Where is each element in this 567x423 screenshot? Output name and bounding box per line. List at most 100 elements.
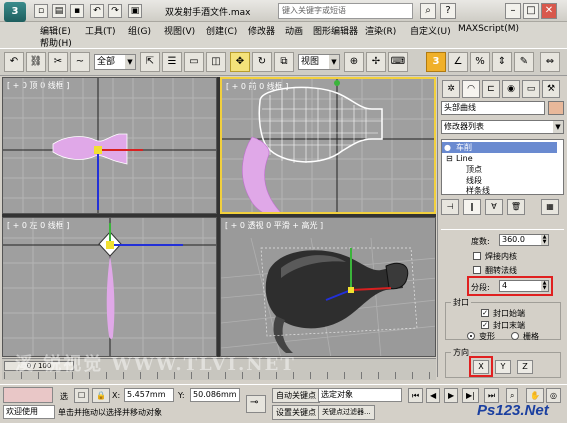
orbit-icon[interactable]: ◎ — [546, 388, 561, 403]
search-icon[interactable]: ⌕ — [420, 3, 436, 19]
maximize-button[interactable]: □ — [523, 3, 539, 19]
go-to-end-icon[interactable]: ⏭ — [484, 388, 500, 403]
angle-snap-icon[interactable]: ∠ — [448, 52, 468, 72]
spinner-snap-icon[interactable]: ⇕ — [492, 52, 512, 72]
lightbulb-icon[interactable]: ● — [444, 142, 451, 153]
menu-tools[interactable]: 工具(T) — [85, 24, 116, 37]
search-input[interactable]: 键入关键字或短语 — [278, 3, 413, 19]
next-frame-icon[interactable]: ▶| — [462, 388, 479, 403]
spinner-arrows-icon[interactable]: ▲ ▼ — [541, 235, 548, 245]
cap-end-checkbox[interactable]: ✓ — [481, 321, 489, 329]
weld-core-checkbox[interactable] — [473, 252, 481, 260]
previous-frame-icon[interactable]: ◀ — [426, 388, 441, 403]
modifier-stack: ● 车削 ⊟ Line 顶点 线段 样条线 — [441, 139, 564, 195]
key-icon[interactable]: ⊸ — [246, 395, 266, 413]
stack-item-vertex[interactable]: 顶点 — [442, 164, 557, 175]
go-to-start-icon[interactable]: ⏮ — [408, 388, 424, 403]
undo-icon[interactable]: ↶ — [90, 4, 104, 18]
menu-maxscript[interactable]: MAXScript(M) — [458, 24, 519, 34]
cap-start-checkbox[interactable]: ✓ — [481, 309, 489, 317]
reference-coordinate-dropdown[interactable]: 视图 ▼ — [298, 54, 340, 70]
select-and-rotate-icon[interactable]: ↻ — [252, 52, 272, 72]
viewport-left[interactable]: [ + 0 左 0 线框 ] — [2, 217, 217, 357]
collapse-icon[interactable]: ⊟ — [446, 153, 453, 164]
help-icon[interactable]: ? — [440, 3, 456, 19]
object-name-field[interactable]: 头部曲线 — [441, 101, 545, 115]
modify-tab-icon[interactable]: ◠ — [462, 80, 480, 98]
display-tab-icon[interactable]: ▭ — [522, 80, 540, 98]
link-icon[interactable]: ⛓ — [26, 52, 46, 72]
menu-rendering[interactable]: 渲染(R) — [365, 24, 396, 37]
select-by-name-icon[interactable]: ☰ — [162, 52, 182, 72]
degrees-spinner[interactable]: 360.0 ▲ ▼ — [499, 234, 549, 246]
menu-animation[interactable]: 动画 — [285, 24, 303, 37]
menu-graph-editors[interactable]: 图形编辑器 — [313, 24, 358, 37]
pin-stack-icon[interactable]: ⊣ — [441, 199, 459, 215]
motion-tab-icon[interactable]: ◉ — [502, 80, 520, 98]
minimize-button[interactable]: – — [505, 3, 521, 19]
redo-icon[interactable]: ↷ — [108, 4, 122, 18]
select-manipulate-icon[interactable]: ✢ — [366, 52, 386, 72]
pan-icon[interactable]: ✋ — [526, 388, 544, 403]
axis-y-button[interactable]: Y — [495, 360, 511, 374]
pivot-center-icon[interactable]: ⊕ — [344, 52, 364, 72]
stack-item-spline[interactable]: 样条线 — [442, 185, 557, 196]
keyboard-shortcut-icon[interactable]: ⌨ — [388, 52, 408, 72]
welcome-field[interactable]: 欢迎使用 — [3, 405, 55, 419]
create-tab-icon[interactable]: ✲ — [442, 80, 460, 98]
maxscript-listener[interactable] — [3, 387, 53, 403]
isolate-selection-icon[interactable]: ☐ — [74, 388, 90, 403]
select-object-icon[interactable]: ⇱ — [140, 52, 160, 72]
zoom-icon[interactable]: ⌕ — [506, 388, 519, 403]
close-button[interactable]: ✕ — [541, 3, 557, 19]
menu-views[interactable]: 视图(V) — [164, 24, 195, 37]
save-file-icon[interactable]: ▪ — [70, 4, 84, 18]
remove-modifier-icon[interactable]: 🗑 — [507, 199, 525, 215]
stack-item-lathe[interactable]: ● 车削 — [442, 142, 557, 153]
snap-toggle-icon[interactable]: 3 — [426, 52, 446, 72]
window-crossing-icon[interactable]: ◫ — [206, 52, 226, 72]
selection-set-dropdown[interactable]: 选定对象 — [318, 388, 402, 402]
undo-tool-icon[interactable]: ↶ — [4, 52, 24, 72]
app-logo-icon[interactable]: 3 — [4, 2, 26, 22]
utilities-tab-icon[interactable]: ⚒ — [542, 80, 560, 98]
grid-radio[interactable] — [511, 332, 519, 340]
viewport-top[interactable]: [ + 0 顶 0 线框 ] — [2, 77, 217, 214]
mirror-icon[interactable]: ⇔ — [540, 52, 560, 72]
select-and-move-icon[interactable]: ✥ — [230, 52, 250, 72]
menu-modifiers[interactable]: 修改器 — [248, 24, 275, 37]
selection-lock-icon[interactable]: 🔒 — [92, 388, 110, 403]
selection-filter-dropdown[interactable]: 全部 ▼ — [94, 54, 136, 70]
stack-item-line[interactable]: ⊟ Line — [442, 153, 557, 164]
select-and-scale-icon[interactable]: ⧉ — [274, 52, 294, 72]
set-key-button[interactable]: 设置关键点 — [272, 405, 320, 420]
morph-radio[interactable] — [467, 332, 475, 340]
show-end-result-icon[interactable]: ‖ — [463, 199, 481, 215]
key-filters-button[interactable]: 关键点过滤器... — [318, 405, 375, 420]
modifier-list-dropdown[interactable]: 修改器列表 ▼ — [441, 120, 564, 134]
hierarchy-tab-icon[interactable]: ⊏ — [482, 80, 500, 98]
viewport-front[interactable]: [ + 0 前 0 线框 ] — [220, 77, 436, 214]
menu-customize[interactable]: 自定义(U) — [410, 24, 451, 37]
x-coord-label: X: — [112, 391, 121, 400]
named-selection-icon[interactable]: ✎ — [514, 52, 534, 72]
bind-space-warp-icon[interactable]: ~ — [70, 52, 90, 72]
viewport-perspective[interactable]: [ + 0 透视 0 平滑 + 高光 ] — [220, 217, 436, 357]
menu-group[interactable]: 组(G) — [128, 24, 151, 37]
flip-normals-checkbox[interactable] — [473, 266, 481, 274]
menu-create[interactable]: 创建(C) — [206, 24, 237, 37]
play-icon[interactable]: ▶ — [444, 388, 459, 403]
configure-sets-icon[interactable]: ▦ — [541, 199, 559, 215]
unlink-icon[interactable]: ✂ — [48, 52, 68, 72]
x-coord-field[interactable]: 5.457mm — [124, 388, 174, 402]
make-unique-icon[interactable]: ∀ — [485, 199, 503, 215]
percent-snap-icon[interactable]: % — [470, 52, 490, 72]
y-coord-field[interactable]: 50.086mm — [190, 388, 240, 402]
object-color-swatch[interactable] — [548, 101, 564, 115]
open-file-icon[interactable]: ▤ — [52, 4, 66, 18]
rectangular-selection-icon[interactable]: ▭ — [184, 52, 204, 72]
auto-key-button[interactable]: 自动关键点 — [272, 388, 320, 403]
project-folder-icon[interactable]: ▣ — [128, 4, 142, 18]
new-file-icon[interactable]: ▫ — [34, 4, 48, 18]
axis-z-button[interactable]: Z — [517, 360, 533, 374]
